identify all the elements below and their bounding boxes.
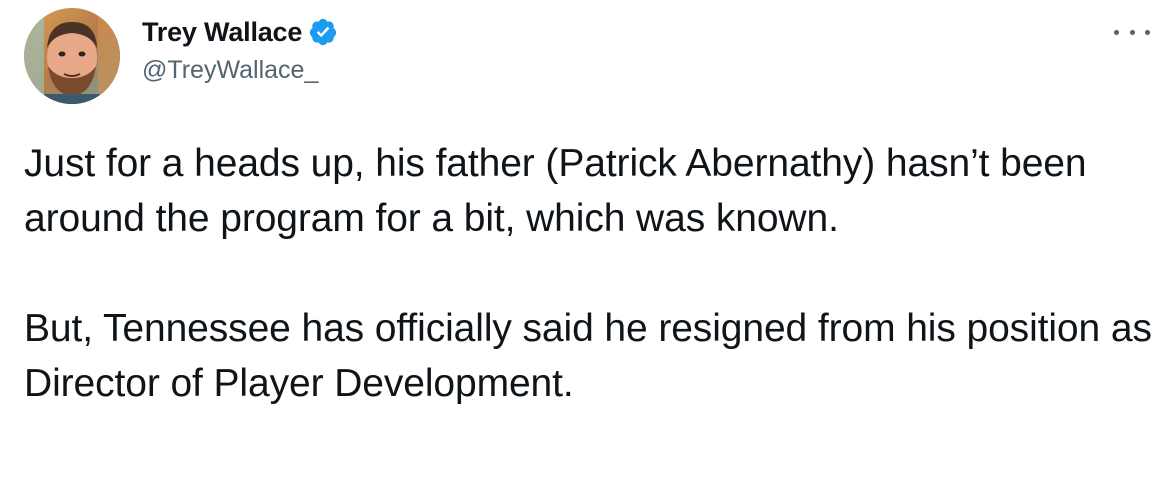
tweet-text: Just for a heads up, his father (Patrick… [24, 136, 1154, 411]
tweet-paragraph-1: Just for a heads up, his father (Patrick… [24, 142, 1087, 240]
more-dot-icon [1145, 29, 1150, 35]
tweet-card: Trey Wallace @TreyWallace_ Just for a he… [0, 0, 1170, 492]
author-avatar[interactable] [24, 8, 120, 104]
more-dot-icon [1129, 29, 1135, 35]
tweet-paragraph-2: But, Tennessee has officially said he re… [24, 307, 1152, 405]
more-dot-icon [1114, 29, 1119, 35]
more-options-button[interactable] [1114, 20, 1150, 44]
avatar-image [24, 8, 120, 104]
author-display-name[interactable]: Trey Wallace [142, 17, 302, 48]
author-handle[interactable]: @TreyWallace_ [142, 56, 318, 85]
verified-badge-icon [308, 17, 338, 47]
author-name-row: Trey Wallace [142, 14, 338, 50]
